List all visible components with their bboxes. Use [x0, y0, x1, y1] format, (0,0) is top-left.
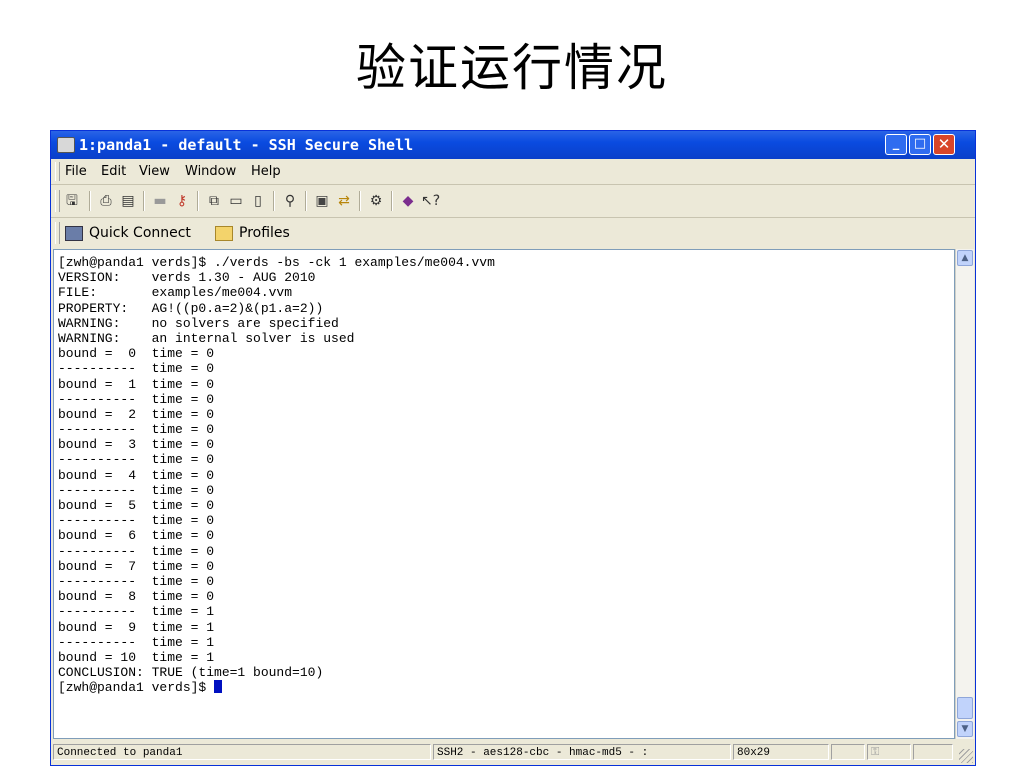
terminal-line: WARNING: no solvers are specified — [58, 315, 339, 331]
terminal-line: ---------- time = 0 — [58, 573, 215, 589]
toolbar-separator — [273, 191, 275, 211]
toolbar-separator — [305, 191, 307, 211]
menubar-grip[interactable] — [55, 162, 60, 181]
maximize-button[interactable]: □ — [909, 134, 931, 155]
terminal-line: bound = 0 time = 0 — [58, 346, 215, 362]
status-connection: Connected to panda1 — [53, 744, 431, 760]
quick-connect-bar: Quick Connect Profiles — [51, 218, 975, 248]
terminal-line: WARNING: an internal solver is used — [58, 330, 355, 346]
terminal-line: CONCLUSION: TRUE (time=1 bound=10) — [58, 665, 324, 681]
terminal-line: [zwh@panda1 verds]$ ./verds -bs -ck 1 ex… — [58, 255, 495, 270]
profiles-button[interactable]: Profiles — [215, 223, 290, 243]
print-preview-icon[interactable]: ▤ — [119, 192, 137, 210]
status-terminal-size: 80x29 — [733, 744, 829, 760]
minimize-button[interactable]: _ — [885, 134, 907, 155]
menu-help[interactable]: Help — [251, 164, 281, 179]
terminal-line: ---------- time = 0 — [58, 391, 215, 407]
terminal-line: ---------- time = 1 — [58, 604, 215, 620]
scroll-down-button[interactable]: ▼ — [957, 721, 973, 737]
terminal-line: FILE: examples/me004.vvm — [58, 285, 293, 301]
resize-grip[interactable] — [959, 749, 973, 763]
menu-edit[interactable]: Edit — [101, 164, 126, 179]
title-bar[interactable]: 1:panda1 - default - SSH Secure Shell _ … — [51, 131, 975, 159]
paste-alt-icon[interactable]: ▯ — [249, 192, 267, 210]
menu-view[interactable]: View — [139, 164, 170, 179]
status-lock-icon: ⚿ — [867, 744, 911, 760]
scroll-up-button[interactable]: ▲ — [957, 250, 973, 266]
toolbar-separator — [143, 191, 145, 211]
maximize-icon: □ — [913, 136, 927, 151]
terminal-line: ---------- time = 0 — [58, 543, 215, 559]
menu-window[interactable]: Window — [185, 164, 236, 179]
text-cursor — [214, 680, 223, 694]
disconnect-icon[interactable]: ▬ — [151, 192, 169, 210]
new-terminal-icon[interactable]: ▣ — [313, 192, 331, 210]
menu-file[interactable]: File — [65, 164, 87, 179]
close-button[interactable]: ✕ — [933, 134, 955, 155]
status-bar: Connected to panda1 SSH2 - aes128-cbc - … — [51, 741, 975, 765]
ssh-client-window: 1:panda1 - default - SSH Secure Shell _ … — [50, 130, 976, 766]
terminal-line: bound = 2 time = 0 — [58, 406, 215, 422]
terminal-line: ---------- time = 0 — [58, 482, 215, 498]
toolbar-grip[interactable] — [55, 190, 60, 212]
toolbar-separator — [359, 191, 361, 211]
chevron-down-icon: ▼ — [961, 724, 969, 734]
terminal-line: ---------- time = 0 — [58, 513, 215, 529]
terminal-line: bound = 4 time = 0 — [58, 467, 215, 483]
find-icon[interactable]: ⚲ — [281, 192, 299, 210]
close-icon: ✕ — [937, 135, 951, 153]
help-topics-icon[interactable]: ◆ — [399, 192, 417, 210]
key-icon[interactable]: ⚷ — [173, 192, 191, 210]
minimize-icon: _ — [892, 136, 900, 151]
terminal-app-icon[interactable] — [57, 137, 75, 153]
toolbar-separator — [197, 191, 199, 211]
quickbar-grip[interactable] — [55, 222, 60, 244]
terminal-line: ---------- time = 0 — [58, 452, 215, 468]
file-transfer-icon[interactable]: ⇄ — [335, 192, 353, 210]
quick-connect-label: Quick Connect — [89, 225, 191, 241]
slide-title: 验证运行情况 — [356, 39, 668, 97]
terminal-line: bound = 8 time = 0 — [58, 589, 215, 605]
toolbar-separator — [391, 191, 393, 211]
save-icon[interactable]: 🖫 — [63, 192, 81, 210]
scroll-thumb[interactable] — [957, 697, 973, 719]
terminal-prompt: [zwh@panda1 verds]$ — [58, 680, 215, 696]
folder-icon — [215, 225, 233, 241]
terminal-line: ---------- time = 0 — [58, 361, 215, 377]
window-title: 1:panda1 - default - SSH Secure Shell — [79, 136, 414, 154]
terminal-line: bound = 7 time = 0 — [58, 558, 215, 574]
terminal-line: bound = 1 time = 0 — [58, 376, 215, 392]
status-cipher: SSH2 - aes128-cbc - hmac-md5 - : — [433, 744, 731, 760]
chevron-up-icon: ▲ — [961, 253, 969, 263]
terminal-line: PROPERTY: AG!((p0.a=2)&(p1.a=2)) — [58, 300, 324, 316]
terminal-lines: [zwh@panda1 verds]$ ./verds -bs -ck 1 ex… — [58, 255, 495, 695]
settings-icon[interactable]: ⚙ — [367, 192, 385, 210]
toolbar-separator — [89, 191, 91, 211]
terminal-line: bound = 9 time = 1 — [58, 619, 215, 635]
paste-icon[interactable]: ▭ — [227, 192, 245, 210]
terminal-output[interactable]: [zwh@panda1 verds]$ ./verds -bs -ck 1 ex… — [53, 249, 955, 739]
whats-this-icon[interactable]: ↖? — [421, 192, 440, 210]
menu-bar: File Edit View Window Help — [51, 159, 975, 185]
terminal-line: ---------- time = 1 — [58, 634, 215, 650]
toolbar: 🖫 ⎙ ▤ ▬ ⚷ ⧉ ▭ ▯ ⚲ ▣ ⇄ ⚙ ◆ ↖? — [51, 185, 975, 218]
status-empty-pane — [913, 744, 953, 760]
terminal-line: VERSION: verds 1.30 - AUG 2010 — [58, 270, 316, 286]
terminal-line: bound = 6 time = 0 — [58, 528, 215, 544]
quick-connect-icon — [65, 225, 83, 241]
profiles-label: Profiles — [239, 225, 290, 241]
quick-connect-button[interactable]: Quick Connect — [65, 223, 191, 243]
print-icon[interactable]: ⎙ — [97, 192, 115, 210]
terminal-line: bound = 5 time = 0 — [58, 498, 215, 513]
terminal-line: bound = 10 time = 1 — [58, 649, 215, 665]
terminal-line: ---------- time = 0 — [58, 422, 215, 438]
status-empty-pane — [831, 744, 865, 760]
terminal-line: bound = 3 time = 0 — [58, 437, 215, 453]
terminal-prompt-line[interactable]: [zwh@panda1 verds]$ — [58, 680, 495, 695]
copy-icon[interactable]: ⧉ — [205, 192, 223, 210]
vertical-scrollbar[interactable]: ▲ ▼ — [955, 249, 974, 739]
